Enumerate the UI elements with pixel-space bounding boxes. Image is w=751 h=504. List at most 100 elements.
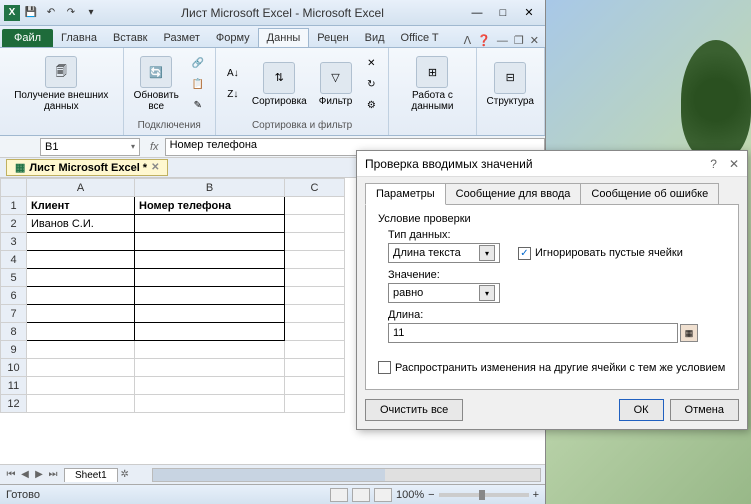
reapply-icon[interactable]: ↻ xyxy=(360,74,382,94)
cell[interactable] xyxy=(285,269,345,287)
cell[interactable] xyxy=(285,395,345,413)
cell[interactable] xyxy=(135,251,285,269)
row-header[interactable]: 10 xyxy=(1,359,27,377)
external-data-button[interactable]: 🗐 Получение внешних данных xyxy=(6,54,117,114)
cell[interactable] xyxy=(135,359,285,377)
page-layout-icon[interactable] xyxy=(352,488,370,502)
h-scrollbar[interactable] xyxy=(152,468,541,482)
ok-button[interactable]: ОК xyxy=(619,399,664,421)
ribbon-min-icon[interactable]: ᐱ xyxy=(464,34,472,47)
cancel-button[interactable]: Отмена xyxy=(670,399,739,421)
row-header[interactable]: 3 xyxy=(1,233,27,251)
workbook-tab[interactable]: ▦ Лист Microsoft Excel * ✕ xyxy=(6,159,168,176)
cell[interactable] xyxy=(27,395,135,413)
cell[interactable] xyxy=(285,215,345,233)
sort-za-icon[interactable]: Z↓ xyxy=(222,85,244,105)
cell[interactable] xyxy=(135,377,285,395)
sheet-tab[interactable]: Sheet1 xyxy=(64,468,118,482)
ignore-blank-checkbox[interactable]: ✓ Игнорировать пустые ячейки xyxy=(518,247,683,260)
apply-all-checkbox[interactable]: Распространить изменения на другие ячейк… xyxy=(378,361,725,374)
sheet-nav-prev-icon[interactable]: ◀ xyxy=(18,469,32,480)
tab-input-message[interactable]: Сообщение для ввода xyxy=(445,183,582,205)
page-break-icon[interactable] xyxy=(374,488,392,502)
tab-review[interactable]: Рецен xyxy=(309,29,356,47)
clear-filter-icon[interactable]: ✕ xyxy=(360,53,382,73)
cell[interactable]: Иванов С.И. xyxy=(27,215,135,233)
redo-icon[interactable]: ↷ xyxy=(62,4,80,22)
cell[interactable] xyxy=(27,341,135,359)
tab-insert[interactable]: Вставк xyxy=(105,29,156,47)
tab-office[interactable]: Office T xyxy=(393,29,447,47)
zoom-out-icon[interactable]: − xyxy=(428,489,434,501)
qat-dropdown-icon[interactable]: ▾ xyxy=(82,4,100,22)
cell[interactable] xyxy=(27,287,135,305)
sheet-nav-first-icon[interactable]: ⏮ xyxy=(4,469,18,480)
help-icon[interactable]: ❓ xyxy=(477,34,491,47)
cell[interactable] xyxy=(135,215,285,233)
cell[interactable] xyxy=(135,395,285,413)
cell[interactable] xyxy=(285,251,345,269)
cell[interactable] xyxy=(135,287,285,305)
row-header[interactable]: 8 xyxy=(1,323,27,341)
cell[interactable] xyxy=(285,377,345,395)
workbook-close-icon[interactable]: ✕ xyxy=(151,162,159,173)
cell[interactable] xyxy=(27,359,135,377)
new-sheet-icon[interactable]: ✲ xyxy=(118,469,132,480)
row-header[interactable]: 9 xyxy=(1,341,27,359)
tab-view[interactable]: Вид xyxy=(357,29,393,47)
data-tools-button[interactable]: ⊞ Работа с данными xyxy=(395,54,469,114)
tab-data[interactable]: Данны xyxy=(258,28,310,47)
cell[interactable] xyxy=(27,323,135,341)
cell[interactable] xyxy=(135,269,285,287)
row-header[interactable]: 1 xyxy=(1,197,27,215)
data-dropdown[interactable]: равно ▾ xyxy=(388,283,500,303)
zoom-slider[interactable] xyxy=(439,493,529,497)
zoom-in-icon[interactable]: + xyxy=(533,489,539,501)
cell[interactable] xyxy=(285,359,345,377)
cell[interactable] xyxy=(135,305,285,323)
col-header-b[interactable]: B xyxy=(135,179,285,197)
cell[interactable] xyxy=(285,197,345,215)
tab-file[interactable]: Файл xyxy=(2,29,53,47)
cell[interactable] xyxy=(27,251,135,269)
clear-all-button[interactable]: Очистить все xyxy=(365,399,463,421)
cell[interactable] xyxy=(27,305,135,323)
row-header[interactable]: 5 xyxy=(1,269,27,287)
sort-button[interactable]: ⇅ Сортировка xyxy=(248,60,311,109)
cell[interactable] xyxy=(285,305,345,323)
name-box[interactable]: B1 xyxy=(40,138,140,156)
cell[interactable] xyxy=(285,233,345,251)
cell[interactable] xyxy=(27,233,135,251)
row-header[interactable]: 7 xyxy=(1,305,27,323)
select-all-corner[interactable] xyxy=(1,179,27,197)
undo-icon[interactable]: ↶ xyxy=(42,4,60,22)
allow-dropdown[interactable]: Длина текста ▾ xyxy=(388,243,500,263)
minimize-icon[interactable]: — xyxy=(465,4,489,22)
row-header[interactable]: 2 xyxy=(1,215,27,233)
advanced-icon[interactable]: ⚙ xyxy=(360,95,382,115)
properties-icon[interactable]: 📋 xyxy=(187,74,209,94)
cell[interactable] xyxy=(27,377,135,395)
connections-icon[interactable]: 🔗 xyxy=(187,53,209,73)
fx-icon[interactable]: fx xyxy=(144,141,165,153)
dialog-close-icon[interactable]: ✕ xyxy=(729,157,739,171)
cell[interactable]: Клиент xyxy=(27,197,135,215)
cell[interactable] xyxy=(135,323,285,341)
col-header-a[interactable]: A xyxy=(27,179,135,197)
save-icon[interactable]: 💾 xyxy=(22,4,40,22)
normal-view-icon[interactable] xyxy=(330,488,348,502)
row-header[interactable]: 11 xyxy=(1,377,27,395)
doc-min-icon[interactable]: — xyxy=(497,35,508,47)
zoom-level[interactable]: 100% xyxy=(396,489,424,501)
doc-close-icon[interactable]: ✕ xyxy=(530,34,539,47)
dialog-titlebar[interactable]: Проверка вводимых значений ? ✕ xyxy=(357,151,747,177)
tab-home[interactable]: Главна xyxy=(53,29,105,47)
row-header[interactable]: 6 xyxy=(1,287,27,305)
cell[interactable] xyxy=(135,233,285,251)
dialog-help-icon[interactable]: ? xyxy=(710,157,717,171)
row-header[interactable]: 12 xyxy=(1,395,27,413)
tab-formulas[interactable]: Форму xyxy=(208,29,258,47)
outline-button[interactable]: ⊟ Структура xyxy=(483,60,538,109)
refresh-button[interactable]: 🔄 Обновить все xyxy=(130,54,183,114)
cell[interactable] xyxy=(285,341,345,359)
